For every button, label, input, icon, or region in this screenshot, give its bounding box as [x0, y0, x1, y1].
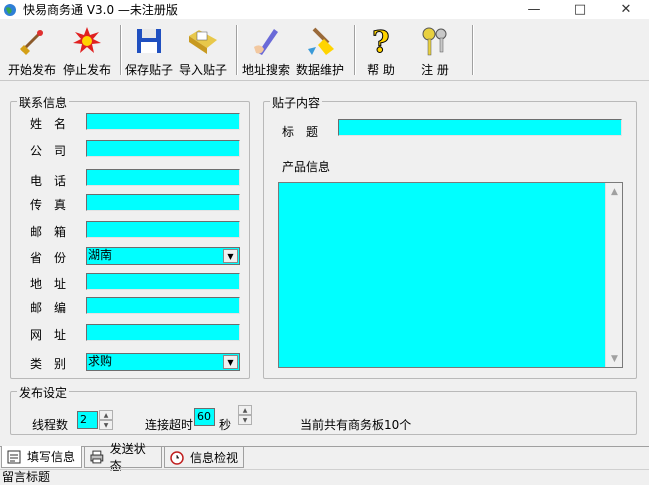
toolbar-separator [472, 25, 474, 75]
data-maintenance-button[interactable]: 数据维护 [296, 23, 344, 79]
phone-field[interactable] [86, 169, 240, 186]
company-label: 公 司 [30, 144, 67, 158]
folder-open-icon [185, 23, 221, 59]
phone-label: 电 话 [30, 174, 67, 188]
globe-icon [4, 3, 16, 16]
tab-send-status[interactable]: 发送状态 [84, 442, 162, 473]
window-title: 快易商务通 V3.0 —未注册版 [23, 3, 178, 17]
threads-spinner[interactable]: ▲ ▼ [99, 410, 113, 430]
contact-info-title: 联系信息 [17, 94, 70, 111]
spin-down-icon[interactable]: ▼ [238, 415, 252, 425]
form-icon [7, 450, 21, 463]
fax-field[interactable] [86, 194, 240, 211]
category-select[interactable]: 求购 ▼ [86, 353, 240, 371]
scroll-down-icon[interactable]: ▼ [606, 350, 623, 367]
import-post-button[interactable]: 导入贴子 [179, 23, 227, 79]
help-button[interactable]: ? 帮 助 [363, 23, 399, 79]
stop-publish-button[interactable]: 停止发布 [63, 23, 111, 79]
printer-icon [90, 450, 104, 464]
province-label: 省 份 [30, 251, 67, 265]
spin-up-icon[interactable]: ▲ [238, 405, 252, 415]
fax-label: 传 真 [30, 198, 67, 212]
tab-bar: 填写信息 发送状态 信息检视 [0, 442, 649, 473]
threads-label: 线程数 [32, 418, 69, 432]
province-value: 湖南 [88, 248, 113, 262]
minimize-button[interactable]: — [511, 0, 557, 19]
spin-down-icon[interactable]: ▼ [99, 420, 113, 430]
category-value: 求购 [88, 354, 113, 368]
email-field[interactable] [86, 221, 240, 238]
email-label: 邮 箱 [30, 225, 67, 239]
zipcode-label: 邮 编 [30, 301, 67, 315]
alarm-clock-icon [170, 451, 184, 465]
zipcode-field[interactable] [86, 297, 240, 314]
tab-info-review[interactable]: 信息检视 [164, 447, 244, 468]
spin-up-icon[interactable]: ▲ [99, 410, 113, 420]
stop-explosion-icon [69, 23, 105, 59]
product-info-label: 产品信息 [282, 160, 331, 174]
toolbar-separator [354, 25, 356, 75]
floppy-disk-icon [131, 23, 167, 59]
broom-icon [14, 23, 50, 59]
company-field[interactable] [86, 140, 240, 157]
toolbar-separator [120, 25, 122, 75]
website-label: 网 址 [30, 328, 67, 342]
category-label: 类 别 [30, 357, 67, 371]
start-publish-button[interactable]: 开始发布 [8, 23, 56, 79]
timeout-unit: 秒 [219, 418, 232, 432]
province-select[interactable]: 湖南 ▼ [86, 247, 240, 265]
title-bar: 快易商务通 V3.0 —未注册版 — □ ✕ [0, 0, 649, 19]
address-field[interactable] [86, 273, 240, 290]
timeout-input[interactable]: 60 [194, 408, 215, 426]
website-field[interactable] [86, 324, 240, 341]
board-count-text: 当前共有商务板10个 [300, 418, 412, 432]
status-bar: 留言标题 [0, 469, 649, 484]
publish-settings-title: 发布设定 [17, 384, 70, 401]
post-content-title: 贴子内容 [270, 94, 323, 111]
chevron-down-icon[interactable]: ▼ [223, 249, 238, 263]
name-field[interactable] [86, 113, 240, 130]
scroll-up-icon[interactable]: ▲ [606, 183, 623, 200]
brush-icon [302, 23, 338, 59]
vertical-scrollbar[interactable]: ▲ ▼ [605, 183, 622, 367]
subject-label: 标 题 [282, 125, 319, 139]
timeout-spinner[interactable]: ▲ ▼ [238, 405, 252, 425]
status-text: 留言标题 [2, 470, 51, 484]
tab-fill-info[interactable]: 填写信息 [1, 446, 82, 468]
subject-field[interactable] [338, 119, 622, 136]
close-button[interactable]: ✕ [603, 0, 649, 19]
register-button[interactable]: 注 册 [417, 23, 453, 79]
toolbar: 开始发布 停止发布 保存贴子 导入贴子 地址搜索 数据维护 ? 帮 助 注 册 [0, 19, 649, 81]
svg-text:?: ? [372, 25, 390, 57]
address-search-button[interactable]: 地址搜索 [242, 23, 290, 79]
address-label: 地 址 [30, 277, 67, 291]
question-mark-icon: ? [363, 23, 399, 59]
toolbar-separator [236, 25, 238, 75]
chevron-down-icon[interactable]: ▼ [223, 355, 238, 369]
maximize-button[interactable]: □ [557, 0, 603, 19]
timeout-label: 连接超时 [145, 418, 194, 432]
pencil-hand-icon [248, 23, 284, 59]
keys-icon [417, 23, 453, 59]
threads-input[interactable]: 2 [77, 411, 98, 429]
name-label: 姓 名 [30, 117, 67, 131]
product-info-textarea[interactable]: ▲ ▼ [278, 182, 623, 368]
save-post-button[interactable]: 保存贴子 [125, 23, 173, 79]
